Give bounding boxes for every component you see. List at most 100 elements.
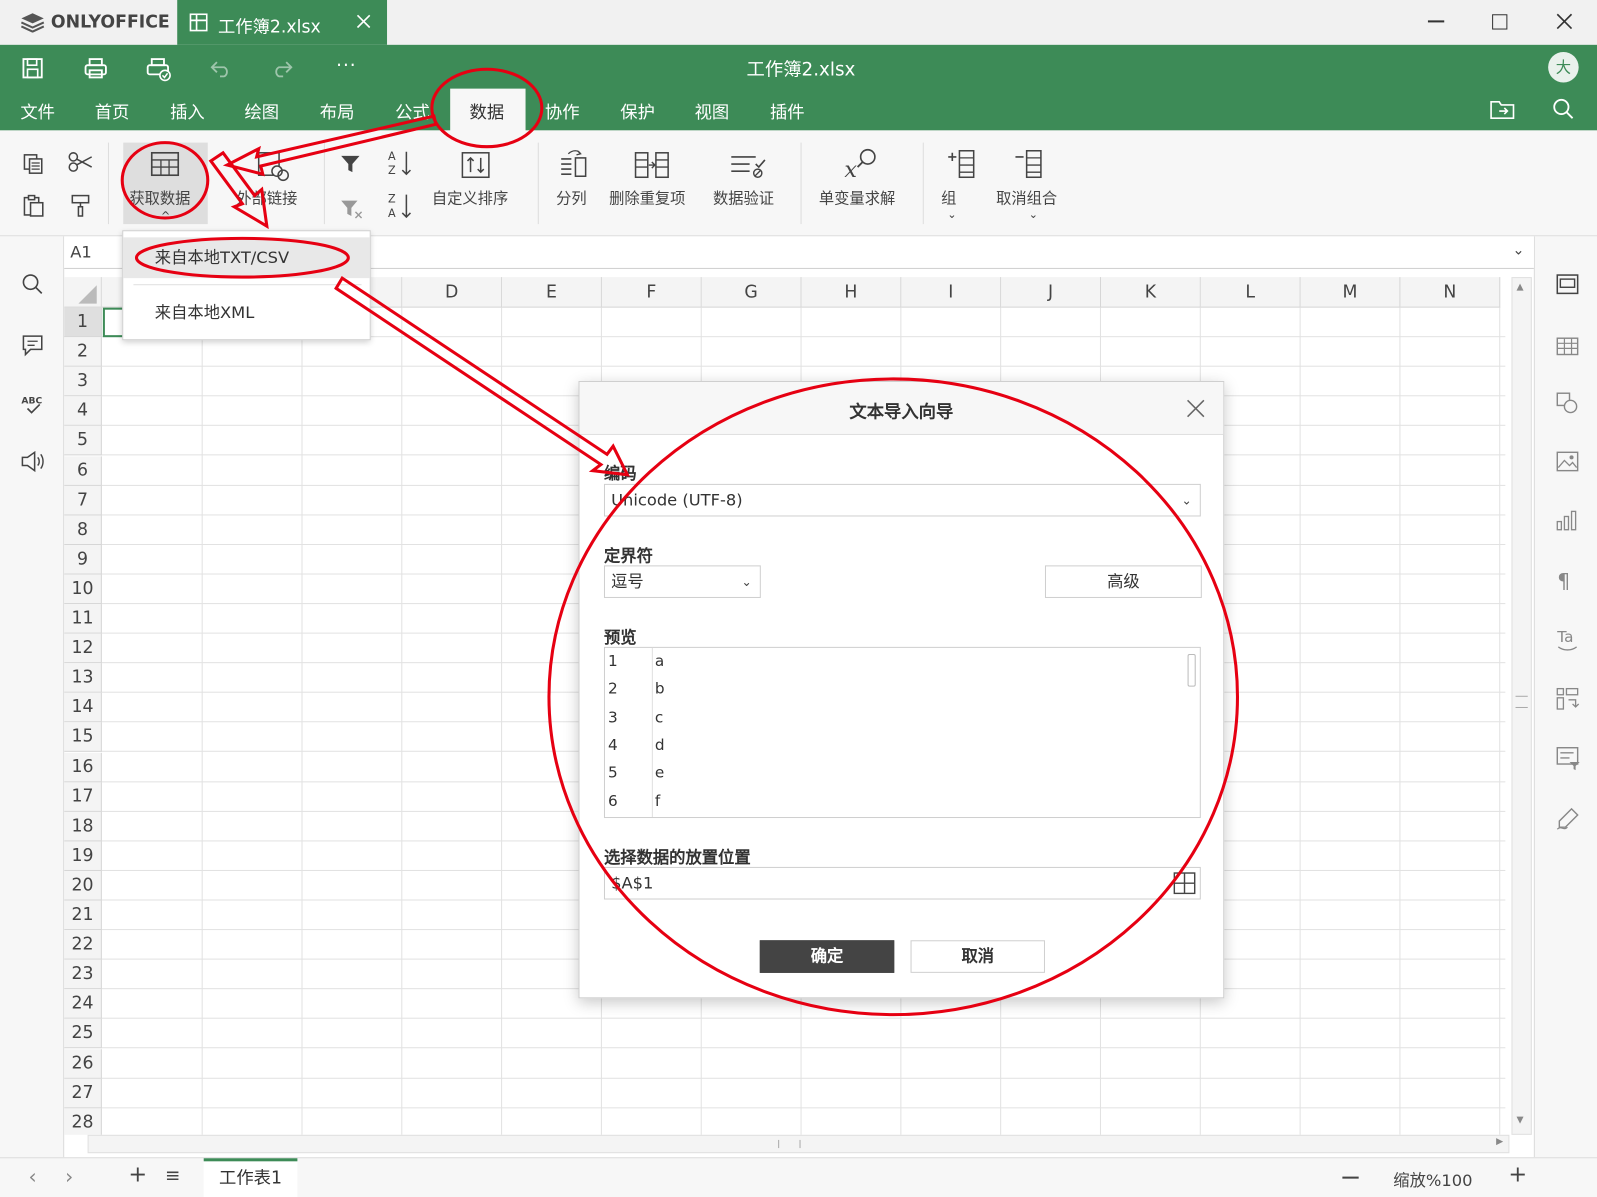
- slicer-settings-icon[interactable]: [1555, 746, 1581, 772]
- scroll-up-arrow-icon[interactable]: ▲: [1517, 282, 1524, 292]
- sort-ascending-icon[interactable]: AZ: [387, 149, 413, 178]
- document-tab[interactable]: 工作簿2.xlsx: [177, 0, 388, 45]
- row-header[interactable]: 3: [64, 366, 102, 397]
- format-painter-icon[interactable]: [69, 194, 91, 218]
- prev-sheet-icon[interactable]: ‹: [29, 1164, 37, 1188]
- cell-settings-icon[interactable]: [1555, 273, 1579, 295]
- paragraph-settings-icon[interactable]: ¶: [1557, 568, 1570, 592]
- column-header[interactable]: D: [402, 277, 503, 308]
- row-header[interactable]: 10: [64, 574, 102, 604]
- row-header[interactable]: 13: [64, 663, 102, 693]
- advanced-button[interactable]: 高级: [1044, 565, 1202, 598]
- horizontal-scrollbar[interactable]: ▶: [87, 1134, 1510, 1154]
- minimize-button[interactable]: [1427, 20, 1445, 23]
- column-header[interactable]: J: [1001, 277, 1101, 308]
- print-icon[interactable]: [84, 57, 108, 79]
- clear-filter-icon[interactable]: [339, 198, 363, 220]
- row-header[interactable]: 21: [64, 900, 102, 931]
- row-header[interactable]: 4: [64, 396, 102, 427]
- next-sheet-icon[interactable]: ›: [65, 1164, 73, 1188]
- column-header[interactable]: H: [801, 277, 902, 308]
- row-header[interactable]: 20: [64, 870, 102, 901]
- menu-item-from-txt-csv[interactable]: 来自本地TXT/CSV: [123, 237, 370, 279]
- row-header[interactable]: 14: [64, 693, 102, 723]
- row-header[interactable]: 26: [64, 1048, 102, 1079]
- search-icon[interactable]: [1552, 98, 1574, 120]
- text-art-icon[interactable]: Ta: [1555, 625, 1579, 651]
- row-header[interactable]: 19: [64, 841, 102, 871]
- row-header[interactable]: 8: [64, 515, 102, 545]
- row-header[interactable]: 9: [64, 544, 102, 575]
- row-header[interactable]: 28: [64, 1108, 102, 1135]
- tab-plugins[interactable]: 插件: [770, 98, 805, 123]
- row-header[interactable]: 15: [64, 722, 102, 753]
- hscroll-thumb-grip[interactable]: [778, 1139, 801, 1149]
- add-sheet-icon[interactable]: +: [128, 1162, 147, 1187]
- scroll-down-arrow-icon[interactable]: ▼: [1517, 1115, 1524, 1125]
- encoding-select[interactable]: Unicode (UTF-8) ⌄: [603, 483, 1201, 517]
- close-tab-icon[interactable]: [356, 14, 371, 29]
- tab-collaborate[interactable]: 协作: [545, 98, 580, 123]
- get-data-button[interactable]: 获取数据 ^: [123, 142, 208, 225]
- scroll-thumb-grip[interactable]: [1515, 695, 1528, 708]
- row-header[interactable]: 6: [64, 455, 102, 486]
- menu-item-from-xml[interactable]: 来自本地XML: [123, 292, 369, 333]
- user-avatar[interactable]: 大: [1548, 51, 1579, 83]
- spellcheck-icon[interactable]: ABC: [20, 393, 44, 417]
- row-header[interactable]: 1: [64, 307, 102, 338]
- text-to-columns-button[interactable]: 分列: [548, 143, 599, 224]
- row-header[interactable]: 5: [64, 426, 102, 456]
- column-header[interactable]: K: [1100, 277, 1201, 308]
- expand-formula-chevron-icon[interactable]: ⌄: [1512, 242, 1524, 258]
- vertical-scrollbar[interactable]: ▲ ▼: [1511, 277, 1532, 1135]
- search-icon[interactable]: [21, 273, 43, 295]
- tab-insert[interactable]: 插入: [170, 98, 205, 123]
- copy-icon[interactable]: [22, 153, 44, 175]
- sheet-tab-1[interactable]: 工作表1: [203, 1158, 298, 1197]
- sort-descending-icon[interactable]: ZA: [387, 192, 413, 221]
- row-header[interactable]: 17: [64, 781, 102, 812]
- custom-sort-button[interactable]: 自定义排序: [426, 143, 524, 224]
- ungroup-button[interactable]: 取消组合 ⌄: [990, 143, 1071, 224]
- tab-formula[interactable]: 公式: [395, 98, 430, 123]
- zoom-level[interactable]: 缩放%100: [1393, 1166, 1472, 1190]
- column-header[interactable]: F: [601, 277, 702, 308]
- tab-data[interactable]: 数据: [470, 98, 505, 123]
- data-validation-button[interactable]: 数据验证: [707, 143, 788, 224]
- row-header[interactable]: 12: [64, 633, 102, 664]
- column-header[interactable]: M: [1300, 277, 1401, 308]
- feedback-icon[interactable]: [20, 450, 44, 473]
- row-header[interactable]: 11: [64, 604, 102, 634]
- tab-protection[interactable]: 保护: [620, 98, 655, 123]
- filter-icon[interactable]: [339, 153, 361, 175]
- row-header[interactable]: 22: [64, 930, 102, 960]
- row-header[interactable]: 7: [64, 485, 102, 516]
- select-range-icon[interactable]: [1173, 872, 1196, 895]
- select-all-corner[interactable]: [64, 277, 102, 308]
- tab-file[interactable]: 文件: [20, 98, 55, 123]
- cell-reference-box[interactable]: A1: [70, 242, 92, 261]
- more-icon[interactable]: ···: [336, 55, 357, 76]
- row-header[interactable]: 18: [64, 811, 102, 842]
- destination-range-input[interactable]: $A$1: [603, 866, 1201, 900]
- save-icon[interactable]: [21, 57, 43, 79]
- tab-draw[interactable]: 绘图: [244, 98, 279, 123]
- column-header[interactable]: L: [1200, 277, 1301, 308]
- row-header[interactable]: 27: [64, 1078, 102, 1108]
- row-header[interactable]: 16: [64, 752, 102, 782]
- goal-seek-button[interactable]: x 单变量求解: [813, 143, 911, 224]
- signature-icon[interactable]: [1555, 805, 1581, 831]
- redo-icon[interactable]: [271, 59, 293, 78]
- scroll-right-arrow-icon[interactable]: ▶: [1496, 1137, 1503, 1147]
- tab-view[interactable]: 视图: [695, 98, 730, 123]
- undo-icon[interactable]: [210, 59, 232, 78]
- chart-settings-icon[interactable]: [1555, 509, 1579, 531]
- tab-layout[interactable]: 布局: [320, 98, 355, 123]
- preview-scrollbar-thumb[interactable]: [1187, 654, 1196, 687]
- external-links-button[interactable]: 外部链接: [230, 143, 311, 224]
- open-location-icon[interactable]: [1489, 98, 1515, 120]
- row-header[interactable]: 23: [64, 959, 102, 990]
- comments-icon[interactable]: [21, 334, 43, 357]
- pivot-settings-icon[interactable]: [1555, 687, 1580, 711]
- table-settings-icon[interactable]: [1555, 336, 1579, 356]
